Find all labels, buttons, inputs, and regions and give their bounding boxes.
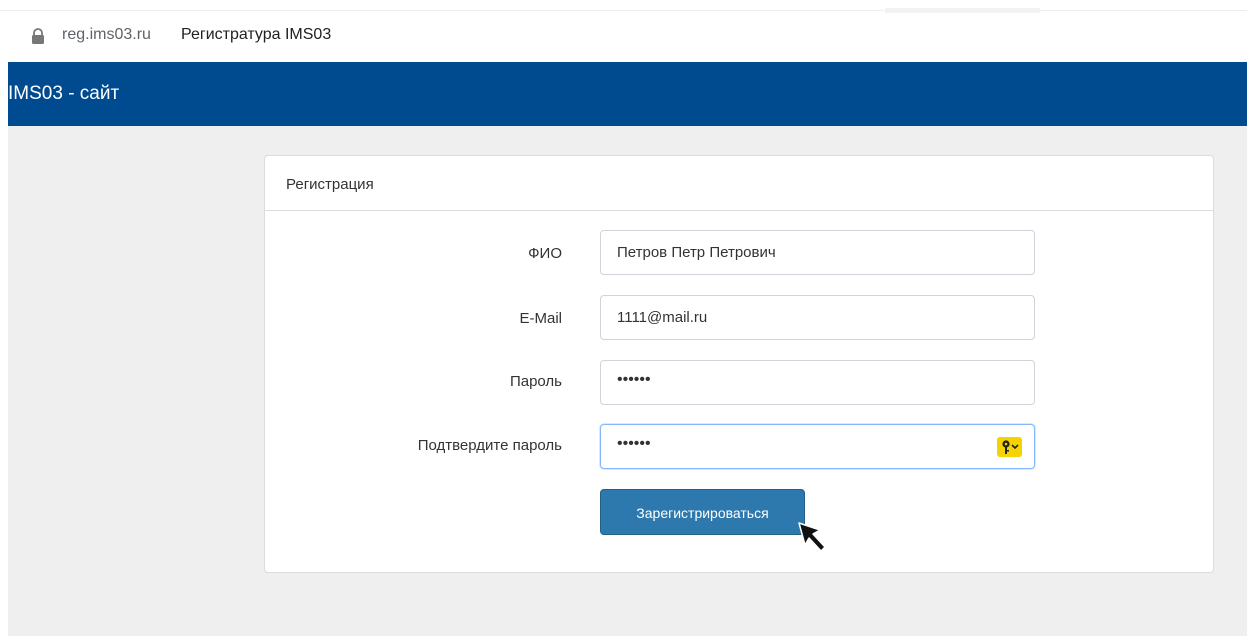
tab-strip-edge — [885, 8, 1040, 13]
password-field[interactable]: •••••• — [600, 360, 1035, 405]
url-domain[interactable]: reg.ims03.ru — [62, 26, 151, 44]
confirm-password-field[interactable]: •••••• — [600, 424, 1035, 469]
card-header: Регистрация — [265, 156, 1213, 211]
confirm-password-label: Подтвердите пароль — [417, 437, 562, 454]
tab-strip-divider — [0, 10, 1247, 11]
fio-label: ФИО — [528, 245, 562, 262]
url-page-title[interactable]: Регистратура IMS03 — [181, 26, 331, 44]
confirm-password-value: •••••• — [617, 435, 651, 452]
navbar-brand[interactable]: IMS03 - сайт — [8, 83, 119, 105]
label-box-password: Пароль — [300, 373, 562, 393]
browser-address-bar: reg.ims03.ru Регистратура IMS03 — [0, 0, 1247, 62]
site-navbar: IMS03 - сайт — [8, 62, 1247, 126]
password-label: Пароль — [509, 373, 562, 390]
fio-value: Петров Петр Петрович — [617, 244, 776, 261]
email-field[interactable]: 1111@mail.ru — [600, 295, 1035, 340]
card-title: Регистрация — [286, 176, 374, 193]
register-button[interactable]: Зарегистрироваться — [600, 489, 805, 535]
mouse-cursor-icon — [798, 522, 826, 552]
email-value: 1111@mail.ru — [617, 309, 708, 326]
fio-field[interactable]: Петров Петр Петрович — [600, 230, 1035, 275]
lock-icon[interactable] — [31, 28, 45, 45]
label-box-email: E-Mail — [300, 310, 562, 330]
label-box-fio: ФИО — [300, 245, 562, 265]
label-box-confirm-password: Подтвердите пароль — [300, 437, 562, 457]
email-label: E-Mail — [519, 310, 562, 327]
password-value: •••••• — [617, 371, 651, 388]
key-icon[interactable] — [997, 437, 1022, 457]
